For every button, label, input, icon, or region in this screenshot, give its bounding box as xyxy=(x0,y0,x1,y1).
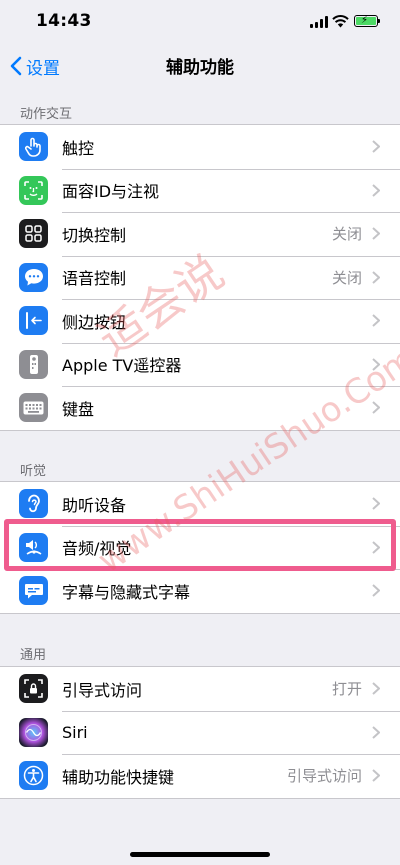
row-apple-tv-remote[interactable]: Apple TV遥控器 xyxy=(0,342,400,387)
row-label: 切换控制 xyxy=(62,225,127,245)
chevron-right-icon xyxy=(372,769,380,782)
group-interaction: 触控 面容ID与注视 切换控制 关闭 语音控制 关闭 侧边按钮 Apple TV… xyxy=(0,124,400,431)
row-label: 面容ID与注视 xyxy=(62,182,160,202)
chevron-right-icon xyxy=(372,682,380,695)
row-label: 音频/视觉 xyxy=(62,539,132,559)
ear-icon xyxy=(19,489,48,519)
group-hearing: 助听设备 音频/视觉 字幕与隐藏式字幕 xyxy=(0,481,400,614)
row-side-button[interactable]: 侧边按钮 xyxy=(0,299,400,343)
chevron-right-icon xyxy=(372,584,380,597)
chevron-right-icon xyxy=(372,401,380,414)
keyboard-icon xyxy=(19,393,48,423)
navigation-bar: 设置 辅助功能 xyxy=(0,44,400,88)
chevron-right-icon xyxy=(372,540,380,554)
wifi-icon xyxy=(332,15,349,28)
row-label: 键盘 xyxy=(62,399,95,419)
status-time: 14:43 xyxy=(36,11,92,31)
chevron-right-icon xyxy=(372,725,380,739)
section-header-hearing: 听觉 xyxy=(20,464,47,479)
side-button-icon xyxy=(19,306,48,336)
battery-cap xyxy=(378,19,380,23)
status-bar: 14:43 ⚡ xyxy=(0,0,400,44)
row-siri[interactable]: Siri xyxy=(0,710,400,755)
guided-access-icon xyxy=(19,674,48,704)
row-label: 触控 xyxy=(62,138,95,158)
chevron-right-icon xyxy=(372,140,380,153)
chevron-right-icon xyxy=(372,227,380,240)
row-hearing-devices[interactable]: 助听设备 xyxy=(0,482,400,526)
row-touch[interactable]: 触控 xyxy=(0,125,400,169)
face-id-icon xyxy=(19,175,48,205)
row-label: 辅助功能快捷键 xyxy=(62,767,175,787)
subtitles-icon xyxy=(19,576,48,606)
row-label: Siri xyxy=(62,722,88,742)
cellular-signal-icon xyxy=(310,16,328,28)
home-indicator[interactable] xyxy=(130,852,270,857)
section-header-general: 通用 xyxy=(20,648,47,663)
audio-visual-icon xyxy=(19,532,48,562)
row-accessibility-shortcut[interactable]: 辅助功能快捷键 引导式访问 xyxy=(0,754,400,798)
row-voice-control[interactable]: 语音控制 关闭 xyxy=(0,255,400,300)
chevron-right-icon xyxy=(372,357,380,371)
row-subtitles[interactable]: 字幕与隐藏式字幕 xyxy=(0,569,400,613)
row-label: 引导式访问 xyxy=(62,680,143,700)
row-keyboard[interactable]: 键盘 xyxy=(0,386,400,430)
page-title: 辅助功能 xyxy=(166,58,234,78)
switch-control-icon xyxy=(19,219,48,249)
siri-icon xyxy=(19,717,48,747)
chevron-right-icon xyxy=(372,314,380,327)
chevron-right-icon xyxy=(372,270,380,284)
battery-icon: ⚡ xyxy=(354,15,378,27)
row-label: 助听设备 xyxy=(62,495,127,515)
chevron-right-icon xyxy=(372,497,380,510)
row-label: 语音控制 xyxy=(62,269,127,289)
chevron-right-icon xyxy=(372,183,380,197)
row-guided-access[interactable]: 引导式访问 打开 xyxy=(0,667,400,711)
row-value: 关闭 xyxy=(331,268,362,287)
row-switch-control[interactable]: 切换控制 关闭 xyxy=(0,212,400,256)
group-general: 引导式访问 打开 Siri 辅助功能快捷键 引导式访问 xyxy=(0,666,400,799)
tv-remote-icon xyxy=(19,349,48,379)
section-header-interaction: 动作交互 xyxy=(20,107,73,122)
row-audio-visual[interactable]: 音频/视觉 xyxy=(0,525,400,570)
voice-control-icon xyxy=(19,262,48,292)
row-label: Apple TV遥控器 xyxy=(62,356,182,376)
row-value: 关闭 xyxy=(331,225,362,244)
row-face-id[interactable]: 面容ID与注视 xyxy=(0,168,400,213)
row-label: 侧边按钮 xyxy=(62,312,127,332)
accessibility-icon xyxy=(19,761,48,791)
row-value: 打开 xyxy=(331,680,362,699)
row-value: 引导式访问 xyxy=(286,767,362,786)
touch-icon xyxy=(19,132,48,162)
row-label: 字幕与隐藏式字幕 xyxy=(62,582,191,602)
